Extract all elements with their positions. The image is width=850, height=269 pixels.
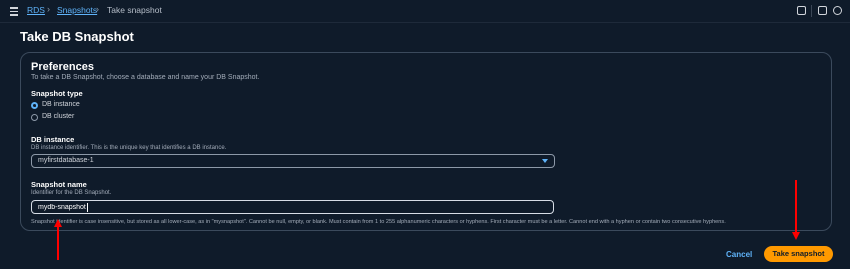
snapshot-name-input[interactable] <box>31 200 554 214</box>
annotation-arrow-head <box>792 232 800 240</box>
snapshot-type-label: Snapshot type <box>31 89 83 98</box>
db-cluster-radio[interactable] <box>31 114 38 121</box>
settings-icon[interactable] <box>833 6 842 15</box>
snapshot-name-label: Snapshot name <box>31 180 87 189</box>
db-instance-label: DB instance <box>31 135 75 144</box>
db-instance-radio-label[interactable]: DB instance <box>42 101 80 108</box>
page-title: Take DB Snapshot <box>20 29 134 44</box>
breadcrumb-rds[interactable]: RDS <box>27 5 45 15</box>
breadcrumb-current: Take snapshot <box>107 5 162 15</box>
breadcrumb-separator: › <box>96 4 99 14</box>
db-instance-radio[interactable] <box>31 102 38 109</box>
monitor-icon[interactable] <box>797 6 806 15</box>
caret-down-icon <box>542 159 548 163</box>
annotation-arrow-input <box>57 226 59 260</box>
text-cursor <box>87 203 88 212</box>
db-instance-selected-value: myfirstdatabase-1 <box>38 157 94 164</box>
db-instance-description: DB instance identifier. This is the uniq… <box>31 145 227 151</box>
cancel-button[interactable]: Cancel <box>726 250 752 259</box>
annotation-arrow-button <box>795 180 797 232</box>
snapshot-name-constraint: Snapshot identifier is case insensitive,… <box>31 219 726 225</box>
preferences-title: Preferences <box>31 61 94 73</box>
db-cluster-radio-label[interactable]: DB cluster <box>42 113 74 120</box>
db-instance-select[interactable]: myfirstdatabase-1 <box>31 154 555 168</box>
top-navigation-bar: RDS › Snapshots › Take snapshot <box>0 0 850 23</box>
divider <box>811 5 812 17</box>
take-snapshot-button[interactable]: Take snapshot <box>764 246 833 262</box>
snapshot-name-description: Identifier for the DB Snapshot. <box>31 190 112 196</box>
info-panel-icon[interactable] <box>818 6 827 15</box>
annotation-arrow-head <box>54 219 62 227</box>
breadcrumb-separator: › <box>47 4 50 14</box>
menu-icon[interactable] <box>10 7 18 16</box>
preferences-description: To take a DB Snapshot, choose a database… <box>31 74 260 81</box>
breadcrumb-snapshots[interactable]: Snapshots <box>57 5 97 15</box>
